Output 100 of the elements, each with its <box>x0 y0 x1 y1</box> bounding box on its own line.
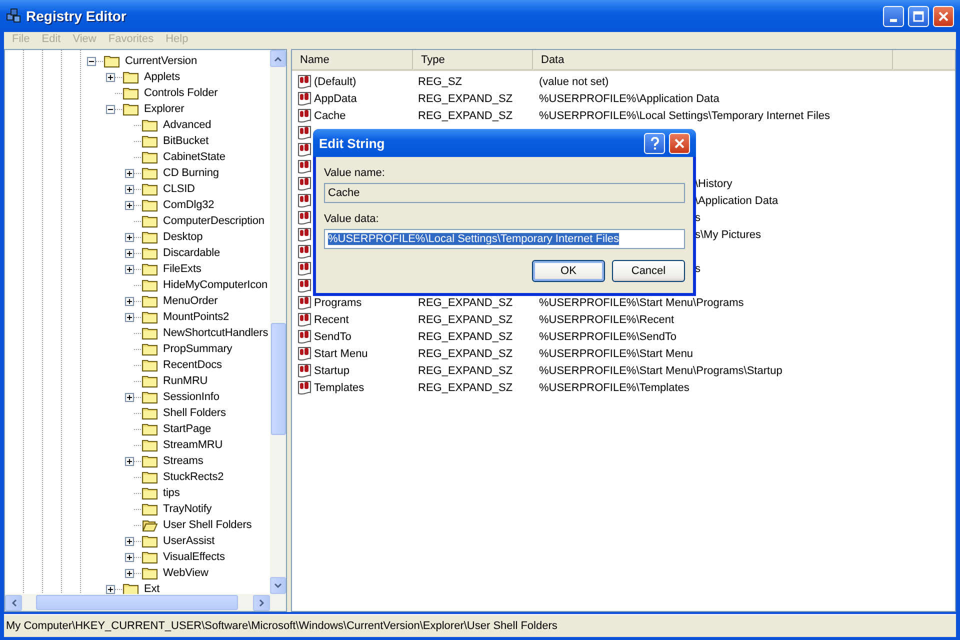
expand-icon[interactable] <box>125 296 134 306</box>
tree-item[interactable]: CabinetState <box>161 151 228 163</box>
expand-icon[interactable] <box>125 248 134 258</box>
tree-item[interactable]: User Shell Folders <box>161 519 254 531</box>
value-name[interactable]: Cache <box>314 110 346 122</box>
tree-item[interactable]: ComputerDescription <box>161 215 266 227</box>
string-value-icon <box>297 362 313 378</box>
tree-item[interactable]: Streams <box>161 455 206 467</box>
string-value-icon <box>297 108 313 124</box>
expand-icon[interactable] <box>125 184 134 194</box>
tree-item[interactable]: Explorer <box>142 103 186 115</box>
tree-item[interactable]: CLSID <box>161 183 197 195</box>
collapse-icon[interactable] <box>87 56 96 66</box>
tree-item[interactable]: WebView <box>161 567 210 579</box>
value-type: REG_EXPAND_SZ <box>417 348 514 360</box>
tree-item[interactable]: FileExts <box>161 263 204 275</box>
collapse-icon[interactable] <box>106 104 115 114</box>
tree-item[interactable]: CD Burning <box>161 167 221 179</box>
value-name[interactable]: Startup <box>314 364 350 376</box>
string-value-icon <box>297 176 313 192</box>
tree-item[interactable]: UserAssist <box>161 535 217 547</box>
value-data: %USERPROFILE%\Start Menu\Programs <box>538 296 745 308</box>
vertical-scrollbar[interactable] <box>270 50 286 594</box>
value-name-field[interactable]: Cache <box>324 183 685 203</box>
tree-item[interactable]: RecentDocs <box>161 359 224 371</box>
value-data: %USERPROFILE%\Templates <box>538 382 690 394</box>
value-name[interactable]: Templates <box>314 382 364 394</box>
tree-item[interactable]: Desktop <box>161 231 205 243</box>
value-name[interactable]: Start Menu <box>314 348 368 360</box>
value-name[interactable]: AppData <box>314 92 357 104</box>
tree-item[interactable]: Discardable <box>161 247 222 259</box>
tree-item[interactable]: StreamMRU <box>161 439 225 451</box>
expand-icon[interactable] <box>125 200 134 210</box>
string-value-icon <box>297 226 313 242</box>
tree-item[interactable]: Advanced <box>161 119 214 131</box>
tree-item[interactable]: PropSummary <box>161 343 234 355</box>
expand-icon[interactable] <box>125 264 134 274</box>
value-name[interactable]: SendTo <box>314 330 352 342</box>
string-value-icon <box>297 158 313 174</box>
value-data: %USERPROFILE%\Local Settings\Temporary Internet Files <box>538 110 832 122</box>
horizontal-scrollbar[interactable] <box>5 594 286 611</box>
tree-item[interactable]: Shell Folders <box>161 407 228 419</box>
ok-button[interactable]: OK <box>532 260 605 282</box>
scroll-thumb[interactable] <box>270 323 286 435</box>
tree-item[interactable]: Applets <box>142 71 182 83</box>
string-value-icon <box>297 328 313 344</box>
minimize-button[interactable] <box>883 6 904 26</box>
tree-item[interactable]: RunMRU <box>161 375 210 387</box>
help-button[interactable] <box>644 132 665 154</box>
cancel-button[interactable]: Cancel <box>612 260 685 282</box>
expand-icon[interactable] <box>125 168 134 178</box>
expand-icon[interactable] <box>125 392 134 402</box>
tree-item[interactable]: NewShortcutHandlers <box>161 327 270 339</box>
value-type: REG_EXPAND_SZ <box>417 330 514 342</box>
value-name[interactable]: Programs <box>314 296 362 308</box>
tree-item[interactable]: ComDlg32 <box>161 199 216 211</box>
string-value-icon <box>297 90 313 106</box>
tree-item[interactable]: StartPage <box>161 423 214 435</box>
field-label: Value name: <box>324 167 386 181</box>
string-value-icon <box>297 142 313 158</box>
tree-item[interactable]: StuckRects2 <box>161 471 226 483</box>
expand-icon[interactable] <box>125 312 134 322</box>
expand-icon[interactable] <box>106 584 115 594</box>
value-name[interactable]: Recent <box>314 314 349 326</box>
tree-item[interactable]: Controls Folder <box>142 87 220 99</box>
close-button[interactable] <box>669 132 690 154</box>
value-type: REG_EXPAND_SZ <box>417 382 514 394</box>
tree-item[interactable]: tips <box>161 487 182 499</box>
expand-icon[interactable] <box>125 232 134 242</box>
expand-icon[interactable] <box>125 552 134 562</box>
expand-icon[interactable] <box>125 456 134 466</box>
tree-item[interactable]: MenuOrder <box>161 295 220 307</box>
column-header[interactable]: Data <box>533 50 893 69</box>
value-type: REG_EXPAND_SZ <box>417 364 514 376</box>
scroll-thumb[interactable] <box>36 595 238 610</box>
tree-item[interactable]: BitBucket <box>161 135 211 147</box>
expand-icon[interactable] <box>125 536 134 546</box>
string-value-icon <box>297 74 313 90</box>
value-data: s\My Pictures <box>695 228 762 240</box>
tree-item[interactable]: CurrentVersion <box>123 55 199 67</box>
value-name[interactable]: (Default) <box>314 76 356 88</box>
value-data: (value not set) <box>538 76 610 88</box>
expand-icon[interactable] <box>106 72 115 82</box>
column-header[interactable]: Type <box>413 50 533 69</box>
column-header[interactable]: Name <box>292 50 413 69</box>
maximize-icon <box>913 10 924 22</box>
tree-item[interactable]: MountPoints2 <box>161 311 232 323</box>
tree-item[interactable]: TrayNotify <box>161 503 214 515</box>
expand-icon[interactable] <box>125 568 134 578</box>
value-data: \History <box>695 178 732 190</box>
value-data: %USERPROFILE%\Application Data <box>538 92 720 104</box>
maximize-button[interactable] <box>908 6 929 26</box>
string-value-icon <box>297 294 313 310</box>
tree-item[interactable]: VisualEffects <box>161 551 227 563</box>
value-data-field[interactable]: %USERPROFILE%\Local Settings\Temporary Internet Files <box>324 229 685 249</box>
tree-item[interactable]: HideMyComputerIcon <box>161 279 270 291</box>
close-button[interactable] <box>933 6 954 26</box>
tree-item[interactable]: Ext <box>142 583 162 594</box>
close-icon <box>674 138 685 148</box>
tree-item[interactable]: SessionInfo <box>161 391 222 403</box>
